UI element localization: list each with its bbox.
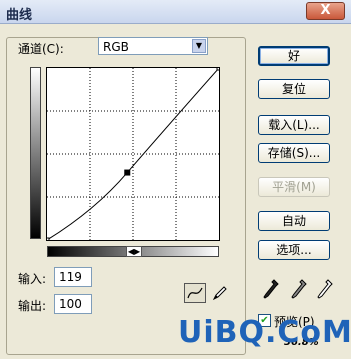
chevron-down-icon[interactable]: ▼ <box>192 39 206 53</box>
ok-button[interactable]: 好 <box>258 46 330 66</box>
curve-line[interactable] <box>47 68 219 240</box>
gradient-toggle-icon[interactable]: ◀▶ <box>126 246 142 257</box>
output-field[interactable]: 100 <box>54 294 92 314</box>
smooth-button[interactable]: 平滑(M) <box>258 177 330 197</box>
curve-control-point[interactable] <box>216 67 220 71</box>
black-eyedropper-icon[interactable] <box>262 278 280 300</box>
watermark-logo: UiBQ.CoM <box>178 315 351 350</box>
gray-eyedropper-icon[interactable] <box>290 278 308 300</box>
auto-button[interactable]: 自动 <box>258 211 330 231</box>
output-value: 100 <box>59 297 82 311</box>
channel-label: 通道(C): <box>18 42 64 56</box>
white-eyedropper-icon[interactable] <box>316 278 334 300</box>
curve-control-point[interactable] <box>46 237 50 241</box>
reset-button[interactable]: 复位 <box>258 79 330 99</box>
close-button[interactable]: X <box>306 2 345 20</box>
input-value: 119 <box>59 270 82 284</box>
curve-control-point[interactable] <box>124 169 131 176</box>
output-label: 输出: <box>18 299 47 313</box>
options-button[interactable]: 选项... <box>258 240 330 260</box>
window-title: 曲线 <box>6 8 33 23</box>
curve-graph[interactable] <box>46 67 220 241</box>
output-gradient-bar <box>30 67 41 239</box>
curve-tool-icon[interactable] <box>184 283 206 303</box>
save-button[interactable]: 存储(S)... <box>258 143 330 163</box>
input-field[interactable]: 119 <box>54 267 92 287</box>
channel-value: RGB <box>103 40 129 54</box>
load-button[interactable]: 载入(L)... <box>258 115 330 135</box>
title-bar: 曲线 X <box>0 0 351 24</box>
input-label: 输入: <box>18 272 47 286</box>
pencil-icon[interactable] <box>210 283 230 303</box>
graph-grid <box>47 68 219 240</box>
channel-select[interactable]: RGB ▼ <box>98 37 208 55</box>
